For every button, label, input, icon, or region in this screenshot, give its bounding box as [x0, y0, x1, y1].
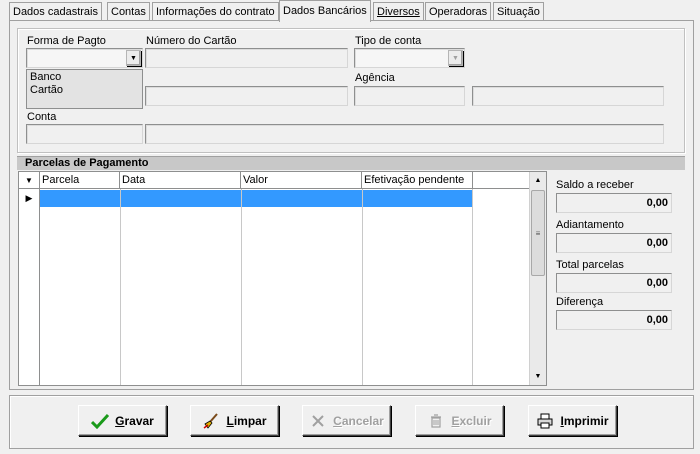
column-divider — [241, 189, 242, 385]
chevron-down-icon[interactable]: ▼ — [126, 50, 141, 66]
limpar-label: Limpar — [226, 413, 267, 428]
conta-label: Conta — [27, 111, 57, 123]
grid-vertical-scrollbar[interactable]: ▲ ≡ ▼ — [529, 172, 546, 385]
gravar-button[interactable]: Gravar — [78, 405, 167, 436]
scroll-down-icon[interactable]: ▼ — [530, 368, 546, 385]
excluir-label: Excluir — [451, 413, 492, 428]
column-divider — [120, 189, 121, 385]
forma-pagto-label: Forma de Pagto — [27, 35, 106, 47]
conta-descricao-field[interactable] — [145, 124, 664, 144]
parcelas-section-title: Parcelas de Pagamento — [17, 156, 685, 170]
trash-icon — [427, 412, 445, 430]
current-row-arrow-icon: ▶ — [25, 193, 33, 203]
total-parcelas-value: 0,00 — [556, 273, 672, 293]
tab-situacao[interactable]: Situação — [493, 2, 544, 20]
checkmark-icon — [91, 412, 110, 430]
gravar-label: Gravar — [115, 413, 154, 428]
column-header-data[interactable]: Data — [120, 172, 241, 189]
scroll-up-icon[interactable]: ▲ — [530, 172, 546, 189]
agencia-nome-field[interactable] — [472, 86, 664, 106]
limpar-button[interactable]: Limpar — [190, 405, 279, 436]
forma-pagto-dropdown[interactable]: Banco Cartão — [26, 69, 143, 109]
imprimir-label: Imprimir — [560, 413, 609, 428]
numero-cartao-label: Número do Cartão — [146, 35, 237, 47]
tab-dados-bancarios[interactable]: Dados Bancários — [279, 0, 371, 22]
cancelar-label: Cancelar — [333, 413, 384, 428]
column-header-efetivacao[interactable]: Efetivação pendente — [362, 172, 473, 189]
imprimir-button[interactable]: Imprimir — [528, 405, 617, 436]
tab-operadoras[interactable]: Operadoras — [425, 2, 492, 20]
cancelar-button[interactable]: Cancelar — [302, 405, 391, 436]
banco-nome-field[interactable] — [145, 86, 348, 106]
parcelas-grid[interactable]: ▼ ▶ Parcela Data Valor Efetivação penden… — [18, 171, 547, 386]
tab-dados-cadastrais[interactable]: Dados cadastrais — [9, 2, 102, 20]
diferenca-value: 0,00 — [556, 310, 672, 330]
row-indicator-column: ▼ ▶ — [19, 172, 40, 385]
agencia-field[interactable] — [354, 86, 465, 106]
broom-icon — [202, 412, 220, 430]
tab-diversos-label: Diversos — [377, 6, 420, 18]
x-icon — [309, 412, 327, 430]
tab-diversos[interactable]: Diversos — [373, 2, 424, 20]
selected-row[interactable] — [40, 190, 472, 207]
excluir-button[interactable]: Excluir — [415, 405, 504, 436]
dropdown-option-cartao[interactable]: Cartão — [30, 84, 139, 97]
dropdown-option-banco[interactable]: Banco — [30, 71, 139, 84]
saldo-value: 0,00 — [556, 193, 672, 213]
conta-field[interactable] — [26, 124, 143, 144]
tab-contas[interactable]: Contas — [107, 2, 150, 20]
total-parcelas-label: Total parcelas — [556, 259, 624, 271]
printer-icon — [536, 412, 554, 430]
column-header-valor[interactable]: Valor — [241, 172, 362, 189]
numero-cartao-field[interactable] — [145, 48, 348, 68]
chevron-down-icon[interactable]: ▼ — [448, 50, 463, 66]
saldo-label: Saldo a receber — [556, 179, 634, 191]
column-header-parcela[interactable]: Parcela — [40, 172, 120, 189]
forma-pagto-combo[interactable]: ▼ — [26, 48, 143, 68]
tipo-conta-combo[interactable]: ▼ — [354, 48, 465, 68]
diferenca-label: Diferença — [556, 296, 604, 308]
scroll-thumb[interactable]: ≡ — [531, 190, 545, 276]
adiantamento-value: 0,00 — [556, 233, 672, 253]
grid-header: Parcela Data Valor Efetivação pendente — [40, 172, 531, 189]
adiantamento-label: Adiantamento — [556, 219, 624, 231]
tipo-conta-label: Tipo de conta — [355, 35, 422, 47]
column-divider — [362, 189, 363, 385]
tab-bar: Dados cadastrais Contas Informações do c… — [0, 0, 700, 22]
tab-informacoes-contrato[interactable]: Informações do contrato — [152, 2, 279, 20]
agencia-label: Agência — [355, 72, 395, 84]
column-divider — [472, 189, 473, 385]
grid-menu-icon[interactable]: ▼ — [19, 172, 39, 189]
